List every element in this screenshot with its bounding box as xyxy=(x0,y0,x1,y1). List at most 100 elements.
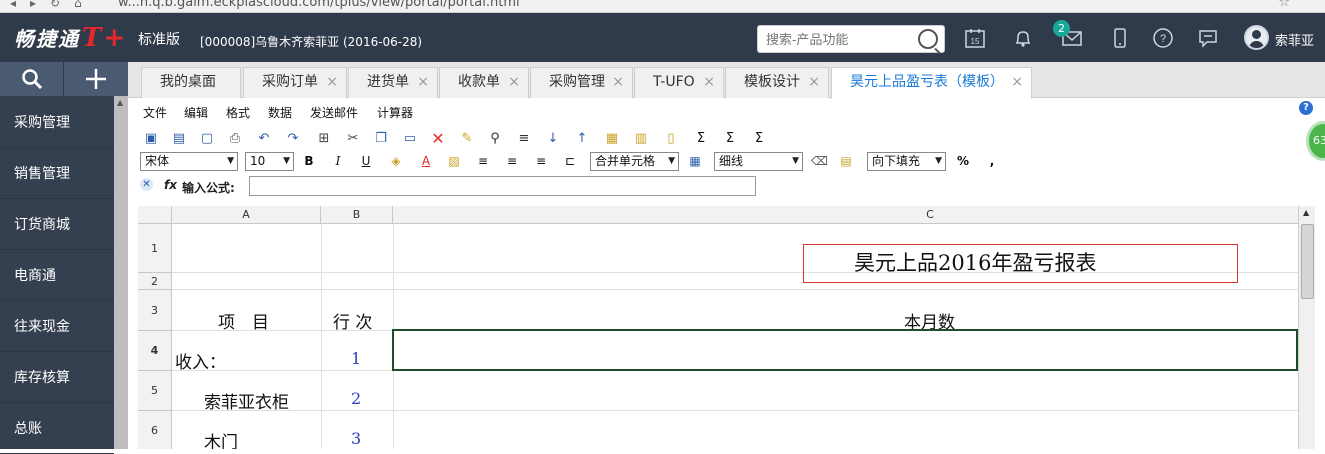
sort-desc-icon[interactable]: ↑ xyxy=(573,130,591,148)
settings-icon[interactable]: ▤ xyxy=(838,153,854,169)
tab-purchase-mgmt[interactable]: 采购管理 × xyxy=(530,67,633,98)
tab-purchase-order[interactable]: 采购订单 × xyxy=(243,67,347,98)
sum-icon[interactable]: Σ xyxy=(692,130,710,148)
preview-icon[interactable]: ▢ xyxy=(198,130,216,148)
underline-icon[interactable]: U xyxy=(358,153,374,169)
browser-url[interactable]: w...n.q.b.gaim.eckplascloud.com/tplus/vi… xyxy=(118,0,520,10)
col-sum-icon[interactable]: Σ xyxy=(750,130,768,148)
row-header-5[interactable]: 5 xyxy=(138,371,172,411)
calendar-icon[interactable]: 15 xyxy=(963,27,987,51)
tab-desktop[interactable]: 我的桌面 xyxy=(141,67,241,98)
insert-row-icon[interactable]: ▦ xyxy=(603,130,621,148)
feature-search[interactable] xyxy=(757,25,945,53)
sidebar-item-ledger[interactable]: 总账 xyxy=(0,404,114,454)
border-icon[interactable]: ▦ xyxy=(687,153,703,169)
close-icon[interactable]: × xyxy=(612,68,624,97)
save-icon[interactable]: ▣ xyxy=(142,130,160,148)
chat-icon[interactable] xyxy=(1196,27,1220,51)
row-header-6[interactable]: 6 xyxy=(138,411,172,449)
replace-icon[interactable]: ≡ xyxy=(515,130,533,148)
fill-color-icon[interactable]: ◈ xyxy=(388,153,404,169)
search-icon[interactable] xyxy=(918,29,938,49)
align-right-icon[interactable]: ≡ xyxy=(533,153,549,169)
tab-profit-loss-template[interactable]: 昊元上品盈亏表（模板） × xyxy=(831,67,1032,99)
menu-send-mail[interactable]: 发送邮件 xyxy=(310,104,358,121)
column-header-a[interactable]: A xyxy=(172,206,321,224)
tab-receipt[interactable]: 进货单 × xyxy=(348,67,438,98)
fill-down-select[interactable]: 向下填充 ▼ xyxy=(867,152,946,171)
row-sum-icon[interactable]: Σ xyxy=(721,130,739,148)
close-icon[interactable]: × xyxy=(417,68,429,97)
sidebar-item-mall[interactable]: 订货商城 xyxy=(0,200,114,250)
sidebar-add-button[interactable] xyxy=(64,62,128,96)
tab-t-ufo[interactable]: T-UFO × xyxy=(634,67,724,98)
delete-icon[interactable]: ✕ xyxy=(429,130,447,148)
font-color-icon[interactable]: A xyxy=(418,153,434,169)
redo-icon[interactable]: ↷ xyxy=(284,130,302,148)
italic-icon[interactable]: I xyxy=(330,153,346,169)
close-icon[interactable]: × xyxy=(1011,68,1023,97)
sidebar-scrollbar[interactable]: ▲ xyxy=(114,96,128,449)
sidebar-item-ecommerce[interactable]: 电商通 xyxy=(0,251,114,301)
select-all-icon[interactable]: ⊞ xyxy=(315,130,333,148)
sidebar-search-button[interactable] xyxy=(0,62,64,96)
undo-icon[interactable]: ↶ xyxy=(255,130,273,148)
sidebar-item-sales[interactable]: 销售管理 xyxy=(0,149,114,199)
wrap-icon[interactable]: ⊏ xyxy=(562,153,578,169)
cancel-icon[interactable]: ✕ xyxy=(140,178,153,191)
menu-edit[interactable]: 编辑 xyxy=(184,104,208,121)
sidebar-item-cash[interactable]: 往来现金 xyxy=(0,302,114,352)
align-center-icon[interactable]: ≡ xyxy=(504,153,520,169)
close-icon[interactable]: × xyxy=(808,68,820,97)
format-brush-icon[interactable]: ✎ xyxy=(458,130,476,148)
sidebar-item-purchase[interactable]: 采购管理 xyxy=(0,98,114,148)
background-icon[interactable]: ▨ xyxy=(446,153,462,169)
menu-data[interactable]: 数据 xyxy=(268,104,292,121)
percent-button[interactable]: % xyxy=(955,153,971,169)
font-select[interactable]: 宋体 ▼ xyxy=(140,152,238,171)
scroll-thumb[interactable] xyxy=(1301,224,1314,299)
floating-badge[interactable]: 63 xyxy=(1306,121,1325,161)
help-icon[interactable]: ? xyxy=(1151,27,1175,51)
print-icon[interactable]: ⎙ xyxy=(226,130,244,148)
menu-format[interactable]: 格式 xyxy=(226,104,250,121)
mobile-icon[interactable] xyxy=(1108,27,1132,51)
column-header-b[interactable]: B xyxy=(321,206,393,224)
search-input[interactable] xyxy=(766,29,916,49)
close-icon[interactable]: × xyxy=(326,68,338,97)
formula-input[interactable] xyxy=(249,176,756,196)
sort-asc-icon[interactable]: ↓ xyxy=(544,130,562,148)
sheet-icon[interactable]: ▯ xyxy=(662,130,680,148)
column-header-c[interactable]: C xyxy=(393,206,1298,224)
bookmark-star-icon[interactable]: ☆ xyxy=(1278,0,1290,10)
eraser-icon[interactable]: ⌫ xyxy=(811,153,828,169)
insert-col-icon[interactable]: ▥ xyxy=(632,130,650,148)
select-all-corner[interactable] xyxy=(138,206,172,224)
row-header-3[interactable]: 3 xyxy=(138,290,172,331)
selected-cell[interactable] xyxy=(392,329,1298,371)
align-left-icon[interactable]: ≡ xyxy=(475,153,491,169)
comma-button[interactable]: , xyxy=(984,153,1000,169)
paste-icon[interactable]: ▭ xyxy=(401,130,419,148)
close-icon[interactable]: × xyxy=(703,68,715,97)
sidebar-item-inventory[interactable]: 库存核算 xyxy=(0,353,114,403)
help-icon[interactable]: ? xyxy=(1299,101,1313,115)
copy-icon[interactable]: ❐ xyxy=(372,130,390,148)
save-as-icon[interactable]: ▤ xyxy=(170,130,188,148)
merge-cells-select[interactable]: 合并单元格 ▼ xyxy=(590,152,679,171)
find-icon[interactable]: ⚲ xyxy=(486,130,504,148)
bell-icon[interactable] xyxy=(1011,27,1035,51)
row-header-1[interactable]: 1 xyxy=(138,224,172,273)
sheet-row[interactable] xyxy=(172,411,1298,449)
close-icon[interactable]: × xyxy=(508,68,520,97)
cut-icon[interactable]: ✂ xyxy=(344,130,362,148)
border-style-select[interactable]: 细线 ▼ xyxy=(714,152,803,171)
bold-icon[interactable]: B xyxy=(301,153,317,169)
browser-nav-icons[interactable]: ◂▸↻⌂ xyxy=(10,0,96,10)
row-header-2[interactable]: 2 xyxy=(138,273,172,290)
sheet-scrollbar[interactable]: ▲ xyxy=(1298,206,1315,449)
user-avatar[interactable] xyxy=(1244,25,1269,50)
sheet-row[interactable] xyxy=(172,371,1298,411)
font-size-select[interactable]: 10 ▼ xyxy=(245,152,294,171)
row-header-4[interactable]: 4 xyxy=(138,331,172,371)
